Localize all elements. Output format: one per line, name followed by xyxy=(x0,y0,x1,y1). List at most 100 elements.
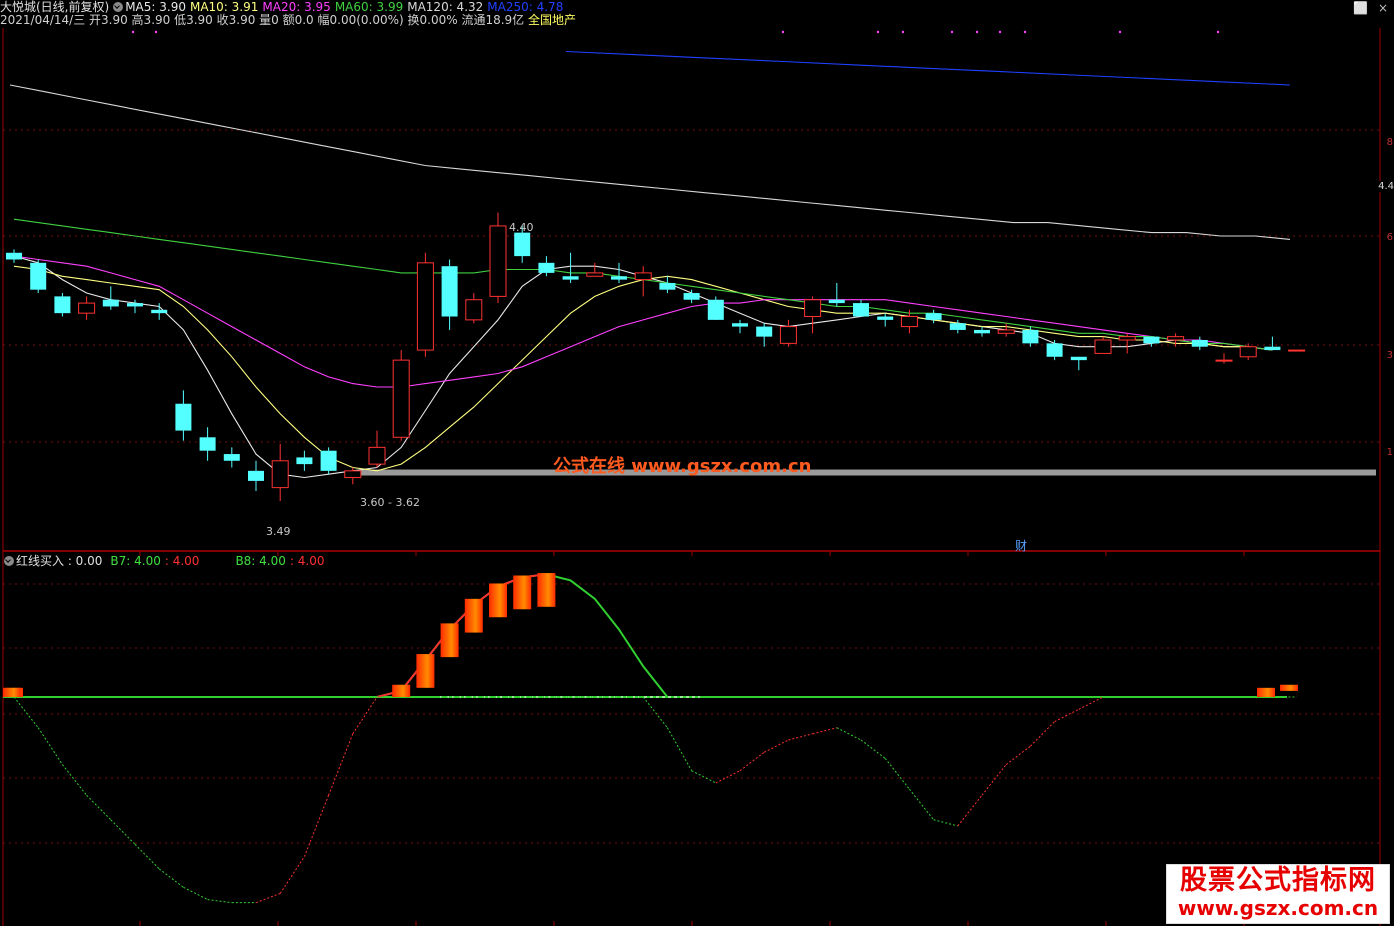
indicator-dashed-segment xyxy=(957,794,983,827)
indicator-dashed-segment xyxy=(836,727,862,741)
indicator-bar xyxy=(489,583,507,618)
ma60-label: MA60: 3.99 xyxy=(334,0,404,14)
candle-body-down xyxy=(853,303,869,317)
candle-body-down xyxy=(175,403,192,431)
candle-body-down xyxy=(296,457,313,465)
indicator-dashed-segment xyxy=(62,764,87,796)
indicator-dashed-segment xyxy=(1054,708,1080,723)
watermark-text: 公式在线 www.gszx.com.cn xyxy=(553,456,812,477)
candle-body-up xyxy=(271,460,289,489)
signal-dot xyxy=(975,30,979,34)
candle-body-down xyxy=(441,266,458,317)
indicator-dashed-segment xyxy=(134,843,160,870)
indicator-dashed-segment xyxy=(884,758,910,790)
candle-body-down xyxy=(1264,346,1281,351)
signal-dot xyxy=(901,30,905,34)
candle-body-down xyxy=(54,296,71,314)
candle-body-down xyxy=(30,262,47,290)
stock-name[interactable]: 大悦城(日线,前复权) xyxy=(0,0,109,14)
quote-info-text: 2021/04/14/三 开3.90 高3.90 低3.90 收3.90 量0 … xyxy=(0,13,525,27)
indicator-dashed-segment xyxy=(352,696,378,735)
b7-label: B7: 4.00 xyxy=(110,554,161,568)
indicator-dashed-segment xyxy=(37,727,63,765)
candle-body-up xyxy=(78,302,96,314)
right-axis: 8 6 3 1 xyxy=(1380,0,1394,926)
chart-header: 大悦城(日线,前复权) MA5: 3.90 MA10: 3.91 MA20: 3.95… xyxy=(0,0,567,14)
indicator-dashed-segment xyxy=(909,788,934,821)
ma250-label: MA250: 4.78 xyxy=(487,0,564,14)
candle-body-down xyxy=(659,282,676,290)
ytick: 1 xyxy=(1386,447,1393,458)
candle-body-down xyxy=(538,262,555,273)
signal-dot xyxy=(998,30,1002,34)
b8-label: B8: 4.00 xyxy=(235,554,286,568)
ytick: 3 xyxy=(1386,350,1393,361)
signal-dot xyxy=(950,30,954,34)
candle-body-down xyxy=(6,252,22,260)
candle-body-up xyxy=(368,446,386,465)
indicator-dashed-segment xyxy=(183,886,208,901)
dropdown-icon[interactable] xyxy=(113,2,124,12)
low-price-label: 3.49 xyxy=(266,525,291,538)
indicator-dropdown-icon[interactable] xyxy=(4,556,14,566)
candle-body-down xyxy=(514,232,531,257)
high-price-label: 4.40 xyxy=(509,221,534,234)
candle-body-down xyxy=(1022,329,1039,344)
candle-body-up xyxy=(586,272,604,277)
indicator-bar xyxy=(1257,687,1275,698)
indicator-dashed-segment xyxy=(981,764,1007,796)
candle-body-up xyxy=(1239,346,1257,358)
logo-url: www.gszx.com.cn xyxy=(1177,896,1379,920)
ma20-label: MA20: 3.95 xyxy=(262,0,331,14)
candle-body-down xyxy=(949,323,966,330)
candle-body-down xyxy=(974,329,990,334)
ytick: 6 xyxy=(1386,232,1393,243)
candle-body-up xyxy=(344,470,362,479)
restore-icon[interactable]: ⬜ xyxy=(1353,1,1368,15)
candle-body-down xyxy=(248,470,264,481)
candle-body-down xyxy=(1143,336,1160,344)
sector-label[interactable]: 全国地产 xyxy=(528,13,576,27)
indicator-name[interactable]: 红线买入 : 0.00 xyxy=(16,554,102,568)
indicator-dashed-segment xyxy=(207,899,232,904)
signal-dot xyxy=(154,30,158,34)
indicator-dashed-segment xyxy=(86,794,112,821)
b7-value: : 4.00 xyxy=(164,554,200,568)
indicator-bar xyxy=(440,623,459,658)
signal-dot xyxy=(1118,30,1122,34)
candle-body-down xyxy=(683,293,700,300)
logo-title: 股票公式指标网 xyxy=(1180,865,1376,896)
candle-body-down xyxy=(1191,340,1208,347)
candle-body-up xyxy=(779,326,797,344)
candle-body-down xyxy=(320,450,337,471)
candle-body-down xyxy=(151,309,168,314)
candle-body-down xyxy=(199,437,216,451)
candle-body-down xyxy=(877,316,894,320)
candle-body-down xyxy=(828,299,845,304)
candle-body-down xyxy=(925,313,942,320)
quote-info: 2021/04/14/三 开3.90 高3.90 低3.90 收3.90 量0 … xyxy=(0,13,576,27)
site-logo: 股票公式指标网 www.gszx.com.cn xyxy=(1166,864,1390,924)
signal-dot xyxy=(876,30,880,34)
finance-marker[interactable]: 财 xyxy=(1015,537,1027,554)
candle-body-up xyxy=(1094,339,1112,354)
indicator-dashed-segment xyxy=(279,856,305,894)
candle-body-down xyxy=(102,299,119,307)
ma-line-ma120 xyxy=(9,84,1291,240)
candle-body-up xyxy=(392,359,410,438)
signal-dot xyxy=(781,30,785,34)
candle-body-down xyxy=(1046,343,1063,357)
candle-body-down xyxy=(611,276,627,280)
candle-body-up xyxy=(465,299,483,321)
indicator-bar xyxy=(3,687,21,698)
range-label: 3.60 - 3.62 xyxy=(360,496,420,509)
support-line xyxy=(358,469,1376,476)
indicator-dashed-segment xyxy=(303,795,330,857)
candle-body-down xyxy=(732,323,748,327)
indicator-dashed-segment xyxy=(763,739,789,753)
candle-body-up xyxy=(1288,349,1306,352)
b8-value: : 4.00 xyxy=(289,554,325,568)
indicator-dashed-segment xyxy=(1030,721,1055,747)
indicator-bar xyxy=(464,598,483,633)
indicator-dashed-segment xyxy=(1078,696,1104,710)
